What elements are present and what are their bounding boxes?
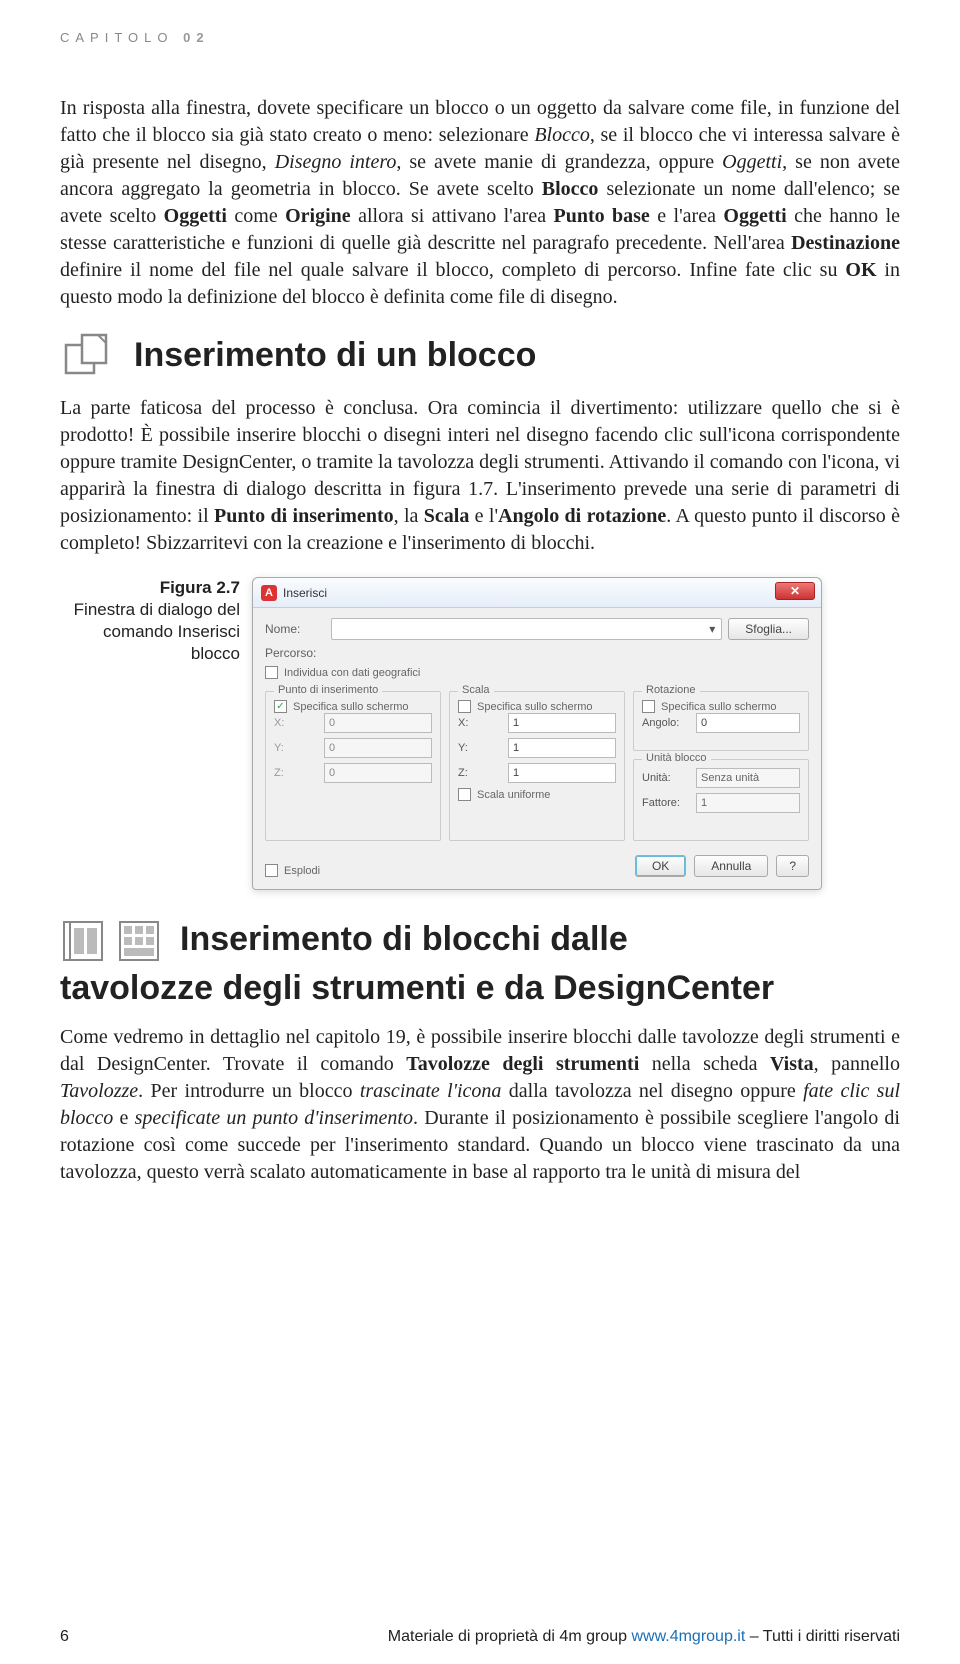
section-1-header: Inserimento di un blocco: [60, 329, 900, 381]
nome-combo[interactable]: [331, 618, 722, 640]
chapter-label: CAPITOLO: [60, 30, 174, 45]
figure-number: Figura 2.7: [160, 578, 240, 597]
insert-block-icon: [60, 329, 116, 381]
section-2-title-line1: Inserimento di blocchi dalle: [180, 920, 628, 958]
sz-input[interactable]: 1: [508, 763, 616, 783]
checkbox-icon: [458, 700, 471, 713]
section-2-header: Inserimento di blocchi dalle: [60, 918, 900, 964]
section-2-icons: [60, 918, 162, 964]
cancel-button[interactable]: Annulla: [694, 855, 768, 877]
checkbox-icon: ✓: [274, 700, 287, 713]
checkbox-icon: [265, 666, 278, 679]
chapter-number: 02: [183, 30, 209, 45]
checkbox-icon: [265, 864, 278, 877]
page-footer: 6 Materiale di proprietà di 4m group www…: [60, 1628, 900, 1646]
x-input[interactable]: 0: [324, 713, 432, 733]
rot-specify-check[interactable]: Specifica sullo schermo: [642, 700, 800, 713]
insert-specify-check[interactable]: ✓ Specifica sullo schermo: [274, 700, 432, 713]
z-input[interactable]: 0: [324, 763, 432, 783]
insert-dialog: A Inserisci ✕ Nome: Sfoglia... Percorso:…: [252, 577, 822, 890]
designcenter-icon: [116, 918, 162, 964]
insert-point-legend: Punto di inserimento: [274, 684, 382, 696]
nome-label: Nome:: [265, 622, 325, 636]
paragraph-3: Come vedremo in dettaglio nel capitolo 1…: [60, 1024, 900, 1186]
figure-caption: Figura 2.7 Finestra di dialogo del coman…: [60, 577, 240, 665]
checkbox-icon: [458, 788, 471, 801]
sy-input[interactable]: 1: [508, 738, 616, 758]
section-2-title-line2: tavolozze degli strumenti e da DesignCen…: [60, 968, 900, 1008]
percorso-label: Percorso:: [265, 646, 325, 660]
scale-legend: Scala: [458, 684, 494, 696]
units-input: Senza unità: [696, 768, 800, 788]
dialog-titlebar: A Inserisci ✕: [253, 578, 821, 608]
palette-icon: [60, 918, 106, 964]
factor-input: 1: [696, 793, 800, 813]
paragraph-1: In risposta alla finestra, dovete specif…: [60, 95, 900, 311]
esplodi-check[interactable]: Esplodi: [265, 864, 320, 877]
dialog-title: Inserisci: [283, 586, 327, 600]
sfoglia-button[interactable]: Sfoglia...: [728, 618, 809, 640]
rotation-legend: Rotazione: [642, 684, 700, 696]
checkbox-icon: [642, 700, 655, 713]
ok-button[interactable]: OK: [635, 855, 686, 877]
footer-text: Materiale di proprietà di 4m group www.4…: [388, 1628, 900, 1646]
section-1-title: Inserimento di un blocco: [134, 336, 536, 375]
figure-text: Finestra di dialogo del comando Inserisc…: [74, 600, 240, 663]
paragraph-2: La parte faticosa del processo è conclus…: [60, 395, 900, 557]
footer-link[interactable]: www.4mgroup.it: [631, 1628, 745, 1645]
page-number: 6: [60, 1628, 69, 1646]
sx-input[interactable]: 1: [508, 713, 616, 733]
units-legend: Unità blocco: [642, 752, 711, 764]
app-icon: A: [261, 585, 277, 601]
figure-block: Figura 2.7 Finestra di dialogo del coman…: [60, 577, 900, 890]
scale-uniform-check[interactable]: Scala uniforme: [458, 788, 616, 801]
scale-specify-check[interactable]: Specifica sullo schermo: [458, 700, 616, 713]
close-icon[interactable]: ✕: [775, 582, 815, 600]
chapter-header: CAPITOLO 02: [60, 30, 900, 45]
y-input[interactable]: 0: [324, 738, 432, 758]
geodata-check[interactable]: Individua con dati geografici: [265, 666, 809, 679]
help-button[interactable]: ?: [776, 855, 809, 877]
angle-input[interactable]: 0: [696, 713, 800, 733]
